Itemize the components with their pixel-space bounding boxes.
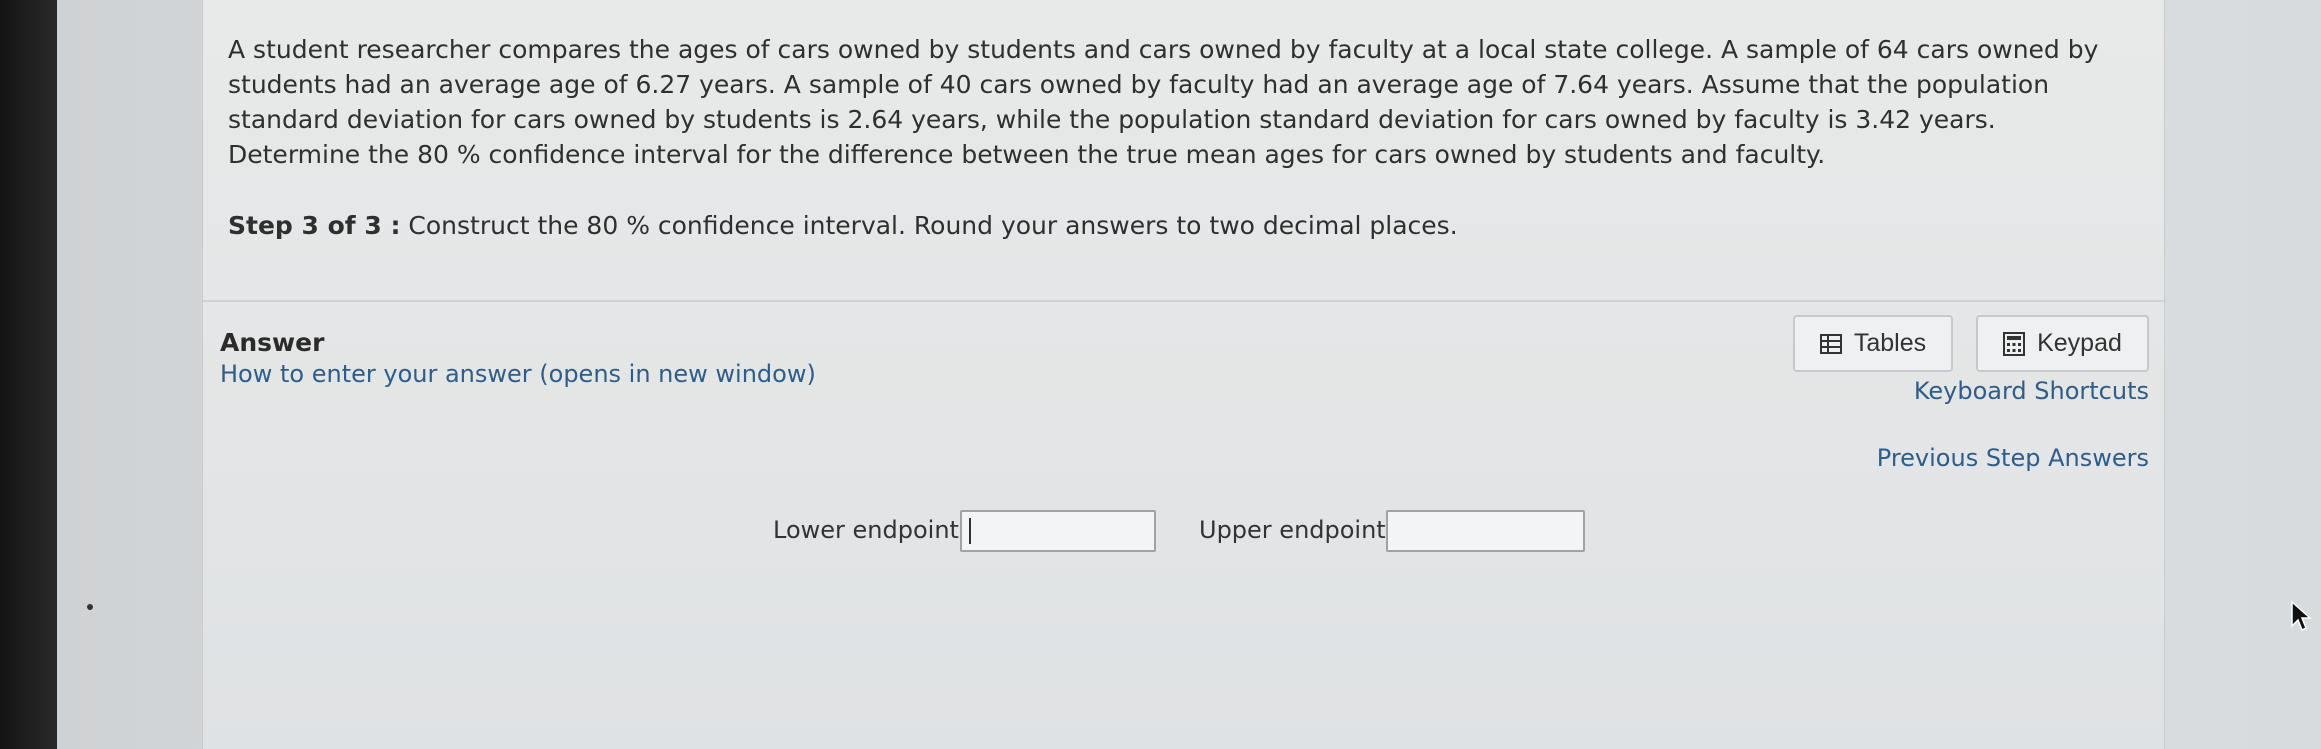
lower-endpoint-label: Lower endpoint: [773, 516, 968, 544]
text-caret [969, 518, 971, 544]
table-grid-icon [1819, 333, 1842, 354]
lower-endpoint-input[interactable] [960, 510, 1156, 552]
upper-endpoint-label: Upper endpoint: [1199, 516, 1394, 544]
how-to-enter-link[interactable]: How to enter your answer (opens in new w… [220, 360, 816, 388]
step-instruction: Step 3 of 3 : Construct the 80 % confide… [228, 208, 1458, 243]
screen-edge-dark [0, 0, 57, 749]
answer-heading: Answer [220, 328, 325, 357]
step-text: Construct the 80 % confidence interval. … [400, 211, 1458, 240]
dust-speck [87, 604, 93, 610]
keypad-button-label: Keypad [2037, 329, 2122, 357]
keypad-button[interactable]: Keypad [1976, 315, 2149, 372]
keyboard-shortcuts-link[interactable]: Keyboard Shortcuts [1903, 377, 2149, 405]
tables-button-label: Tables [1853, 329, 1927, 357]
step-label: Step 3 of 3 : [228, 211, 401, 240]
mouse-pointer-icon [2291, 600, 2312, 632]
upper-endpoint-input[interactable] [1386, 510, 1585, 552]
previous-step-answers-link[interactable]: Previous Step Answers [1843, 444, 2149, 472]
calculator-keypad-icon [2003, 331, 2026, 356]
question-text: A student researcher compares the ages o… [228, 35, 2099, 169]
tables-button[interactable]: Tables [1793, 315, 1953, 372]
question-section: A student researcher compares the ages o… [203, 0, 2166, 302]
question-panel: A student researcher compares the ages o… [202, 0, 2166, 749]
